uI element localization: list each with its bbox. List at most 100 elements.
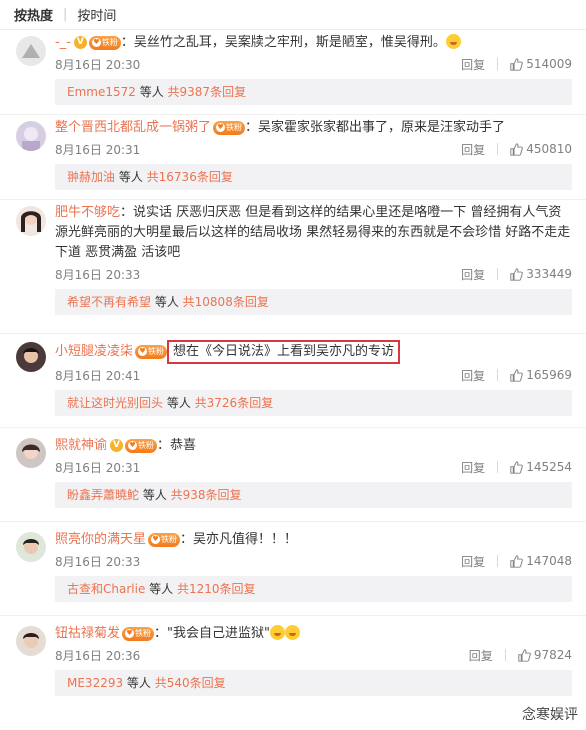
reply-summary[interactable]: ME32293 等人 共540条回复 — [55, 670, 572, 696]
comment-item: 熙就神谕 V ♥ 铁粉 ：恭喜 8月16日 20:31 回复 145254 盼鑫弄蕭曉鮀… — [0, 428, 586, 522]
thumbs-up-icon — [510, 460, 524, 474]
watermark: 念寒娱评 — [522, 707, 578, 723]
view-replies-link[interactable]: 共3726条回复 — [195, 396, 274, 410]
reply-summary[interactable]: 古查和Charlie 等人 共1210条回复 — [55, 576, 572, 602]
thumbs-up-icon — [510, 368, 524, 382]
comment-meta: 8月16日 20:33 回复 333449 — [55, 263, 572, 285]
sort-divider: | — [63, 7, 68, 22]
divider — [497, 369, 499, 381]
comment-time: 8月16日 20:33 — [55, 554, 141, 569]
reply-user-link[interactable]: 盼鑫弄蕭曉鮀 — [67, 488, 139, 502]
sort-by-hot-tab[interactable]: 按热度 — [14, 5, 53, 24]
sort-bar: 按热度 | 按时间 — [0, 0, 586, 30]
reply-user-link[interactable]: 古查和Charlie — [67, 582, 145, 596]
like-button[interactable]: 145254 — [510, 460, 572, 474]
like-button[interactable]: 514009 — [510, 57, 572, 71]
reply-user-link[interactable]: 就让这时光别回头 — [67, 396, 163, 410]
view-replies-link[interactable]: 共1210条回复 — [177, 582, 256, 596]
reply-summary[interactable]: Emme1572 等人 共9387条回复 — [55, 79, 572, 105]
like-button[interactable]: 147048 — [510, 554, 572, 568]
comment-body: 整个晋西北都乱成一锅粥了 ♥ 铁粉 ：吴家霍家张家都出事了，原来是汪家动手了 — [55, 115, 572, 138]
reply-summary[interactable]: 盼鑫弄蕭曉鮀 等人 共938条回复 — [55, 482, 572, 508]
divider — [504, 649, 506, 661]
reply-button[interactable]: 回复 — [461, 553, 485, 570]
sort-by-time-tab[interactable]: 按时间 — [77, 5, 116, 24]
comment-body: 小短腿凌凌柒 ♥ 铁粉 想在《今日说法》上看到吴亦凡的专访 — [55, 334, 572, 364]
avatar[interactable] — [16, 438, 46, 468]
comment-username[interactable]: 照亮你的满天星 — [55, 532, 146, 547]
reply-button[interactable]: 回复 — [469, 647, 493, 664]
like-count: 97824 — [533, 648, 572, 662]
thumbs-up-icon — [510, 57, 524, 71]
reply-summary[interactable]: 希望不再有希望 等人 共10808条回复 — [55, 289, 572, 315]
reply-button[interactable]: 回复 — [461, 459, 485, 476]
divider — [497, 268, 499, 280]
comment-username[interactable]: 小短腿凌凌柒 — [55, 344, 133, 359]
view-replies-link[interactable]: 共16736条回复 — [147, 170, 233, 184]
like-count: 333449 — [526, 267, 572, 281]
heart-icon: ♥ — [128, 440, 138, 450]
divider — [497, 143, 499, 155]
comment-text: ："我会自己进监狱" — [154, 626, 270, 641]
comment-meta: 8月16日 20:36 回复 97824 — [55, 644, 572, 666]
comment-item: 照亮你的满天星 ♥ 铁粉 ：吴亦凡值得！！！ 8月16日 20:33 回复 14704… — [0, 522, 586, 616]
emoji-icon — [445, 34, 461, 49]
heart-icon: ♥ — [125, 628, 135, 638]
comment-body: 钮祜禄菊发 ♥ 铁粉 ："我会自己进监狱" — [55, 616, 572, 644]
like-button[interactable]: 97824 — [518, 648, 572, 662]
thumbs-up-icon — [510, 142, 524, 156]
reply-user-link[interactable]: ME32293 — [67, 676, 123, 690]
like-button[interactable]: 450810 — [510, 142, 572, 156]
heart-icon: ♥ — [138, 346, 148, 356]
comment-meta: 8月16日 20:41 回复 165969 — [55, 364, 572, 386]
comment-body: -_- V ♥ 铁粉 ：吴丝竹之乱耳，吴案牍之牢刑，斯是陋室，惟吴得刑。 — [55, 30, 572, 53]
comment-item: 钮祜禄菊发 ♥ 铁粉 ："我会自己进监狱" 8月16日 20:36 回复 97824 … — [0, 616, 586, 716]
comment-username[interactable]: 钮祜禄菊发 — [55, 626, 120, 641]
reply-button[interactable]: 回复 — [461, 56, 485, 73]
comment-text: ：吴丝竹之乱耳，吴案牍之牢刑，斯是陋室，惟吴得刑。 — [120, 35, 446, 50]
avatar[interactable] — [16, 626, 46, 656]
comment-body: 照亮你的满天星 ♥ 铁粉 ：吴亦凡值得！！！ — [55, 522, 572, 550]
like-count: 514009 — [526, 57, 572, 71]
avatar[interactable] — [16, 206, 46, 236]
like-count: 165969 — [526, 368, 572, 382]
avatar[interactable] — [16, 121, 46, 151]
comment-username[interactable]: 整个晋西北都乱成一锅粥了 — [55, 120, 211, 135]
reply-button[interactable]: 回复 — [461, 266, 485, 283]
reply-button[interactable]: 回复 — [461, 141, 485, 158]
comment-body: 熙就神谕 V ♥ 铁粉 ：恭喜 — [55, 428, 572, 456]
like-count: 450810 — [526, 142, 572, 156]
comment-meta: 8月16日 20:31 回复 450810 — [55, 138, 572, 160]
view-replies-link[interactable]: 共540条回复 — [155, 676, 226, 690]
reply-summary[interactable]: 翀赫加油 等人 共16736条回复 — [55, 164, 572, 190]
comment-time: 8月16日 20:41 — [55, 368, 141, 383]
comment-username[interactable]: 肥牛不够吃 — [55, 205, 120, 220]
like-button[interactable]: 333449 — [510, 267, 572, 281]
comment-username[interactable]: 熙就神谕 — [55, 438, 107, 453]
reply-summary[interactable]: 就让这时光别回头 等人 共3726条回复 — [55, 390, 572, 416]
comment-body: 肥牛不够吃：说实话 厌恶归厌恶 但是看到这样的结果心里还是咯噔一下 曾经拥有人气… — [55, 200, 572, 263]
avatar[interactable] — [16, 342, 46, 372]
comment-text: ：吴亦凡值得！！！ — [180, 532, 298, 547]
like-button[interactable]: 165969 — [510, 368, 572, 382]
view-replies-link[interactable]: 共10808条回复 — [183, 295, 269, 309]
heart-icon: ♥ — [91, 37, 101, 47]
fan-badge: ♥ 铁粉 — [88, 35, 121, 50]
heart-icon: ♥ — [216, 122, 226, 132]
view-replies-link[interactable]: 共938条回复 — [171, 488, 242, 502]
emoji-icon — [269, 625, 285, 640]
reply-user-link[interactable]: 翀赫加油 — [67, 170, 115, 184]
view-replies-link[interactable]: 共9387条回复 — [168, 85, 247, 99]
reply-user-link[interactable]: 希望不再有希望 — [67, 295, 151, 309]
comment-time: 8月16日 20:31 — [55, 460, 141, 475]
comment-username[interactable]: -_- — [55, 35, 71, 50]
avatar[interactable] — [16, 36, 46, 66]
divider — [497, 58, 499, 70]
reply-button[interactable]: 回复 — [461, 367, 485, 384]
emoji-icon — [284, 625, 300, 640]
avatar[interactable] — [16, 532, 46, 562]
reply-user-link[interactable]: Emme1572 — [67, 85, 136, 99]
comment-time: 8月16日 20:31 — [55, 142, 141, 157]
comment-meta: 8月16日 20:31 回复 145254 — [55, 456, 572, 478]
vip-badge-icon: V — [73, 36, 87, 49]
